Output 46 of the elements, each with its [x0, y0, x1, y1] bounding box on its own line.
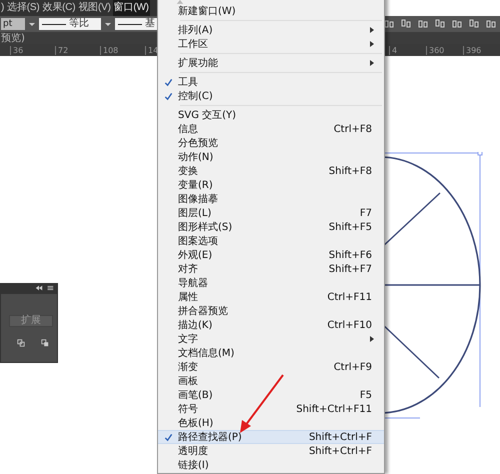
unit-field[interactable]: pt [1, 18, 25, 30]
ruler-label: 360 [426, 46, 463, 54]
menu-item[interactable]: 外观(E) Shift+F6 [158, 248, 384, 262]
ruler-label: 72 [55, 46, 100, 54]
menu-item[interactable]: 控制(C) [158, 89, 384, 103]
ruler-label: 108 [100, 46, 145, 54]
menu-item[interactable]: 工具 [158, 75, 384, 89]
menu-item[interactable]: 文档信息(M) [158, 346, 384, 360]
menu-bar-item[interactable]: 效果(C) [41, 0, 76, 16]
menu-item[interactable]: 导航器 [158, 276, 384, 290]
menu-bar-item[interactable]: 选择(S) [6, 0, 40, 16]
menu-bar-item[interactable]: 窗口(W) [112, 0, 150, 16]
menu-item[interactable]: 描边(K) Ctrl+F10 [158, 318, 384, 332]
menu-item[interactable]: 路径查找器(P) Shift+Ctrl+F [158, 430, 384, 444]
menu-item[interactable]: 符号 Shift+Ctrl+F11 [158, 402, 384, 416]
menu-item[interactable]: 变换 Shift+F8 [158, 164, 384, 178]
menu-item[interactable]: 分色预览 [158, 136, 384, 150]
menu-item[interactable]: 动作(N) [158, 150, 384, 164]
menu-item[interactable]: 链接(I) [158, 458, 384, 472]
ruler-label: 4 [389, 46, 426, 54]
ruler-label: 396 [463, 46, 500, 54]
menu-item[interactable]: 图案选项 [158, 234, 384, 248]
menu-item[interactable]: SVG 交互(Y) [158, 108, 384, 122]
document-tab[interactable]: 预览) [0, 31, 25, 45]
menu-item[interactable]: 对齐 Shift+F7 [158, 262, 384, 276]
menu-item[interactable]: 画板 [158, 374, 384, 388]
menu-item[interactable]: 信息 Ctrl+F8 [158, 122, 384, 136]
menu-item[interactable]: 属性 Ctrl+F11 [158, 290, 384, 304]
menu-item[interactable]: 扩展功能 [158, 56, 384, 70]
menu-item[interactable]: 图层(L) F7 [158, 206, 384, 220]
menu-item[interactable]: 透明度 Shift+Ctrl+F [158, 444, 384, 458]
ruler-label: 36 [10, 46, 55, 54]
menu-item[interactable]: 图像描摹 [158, 192, 384, 206]
brush-field[interactable]: 基 [115, 18, 158, 30]
menu-item[interactable]: 新建窗口(W) [158, 4, 384, 18]
menu-item[interactable]: 图形样式(S) Shift+F5 [158, 220, 384, 234]
menu-item[interactable]: 文字 [158, 332, 384, 346]
menu-item[interactable]: 排列(A) [158, 23, 384, 37]
menu-item[interactable]: 色板(H) [158, 416, 384, 430]
menu-item[interactable]: 变量(R) [158, 178, 384, 192]
menu-bar-item[interactable]: 视图(V) [77, 0, 112, 16]
menu-item[interactable]: 渐变 Ctrl+F9 [158, 360, 384, 374]
profile-field[interactable]: 等比 [39, 18, 101, 30]
menu-item[interactable]: 画笔(B) F5 [158, 388, 384, 402]
menu-item[interactable]: 拼合器预览 [158, 304, 384, 318]
menu-bar-item[interactable]: ) [0, 0, 6, 16]
